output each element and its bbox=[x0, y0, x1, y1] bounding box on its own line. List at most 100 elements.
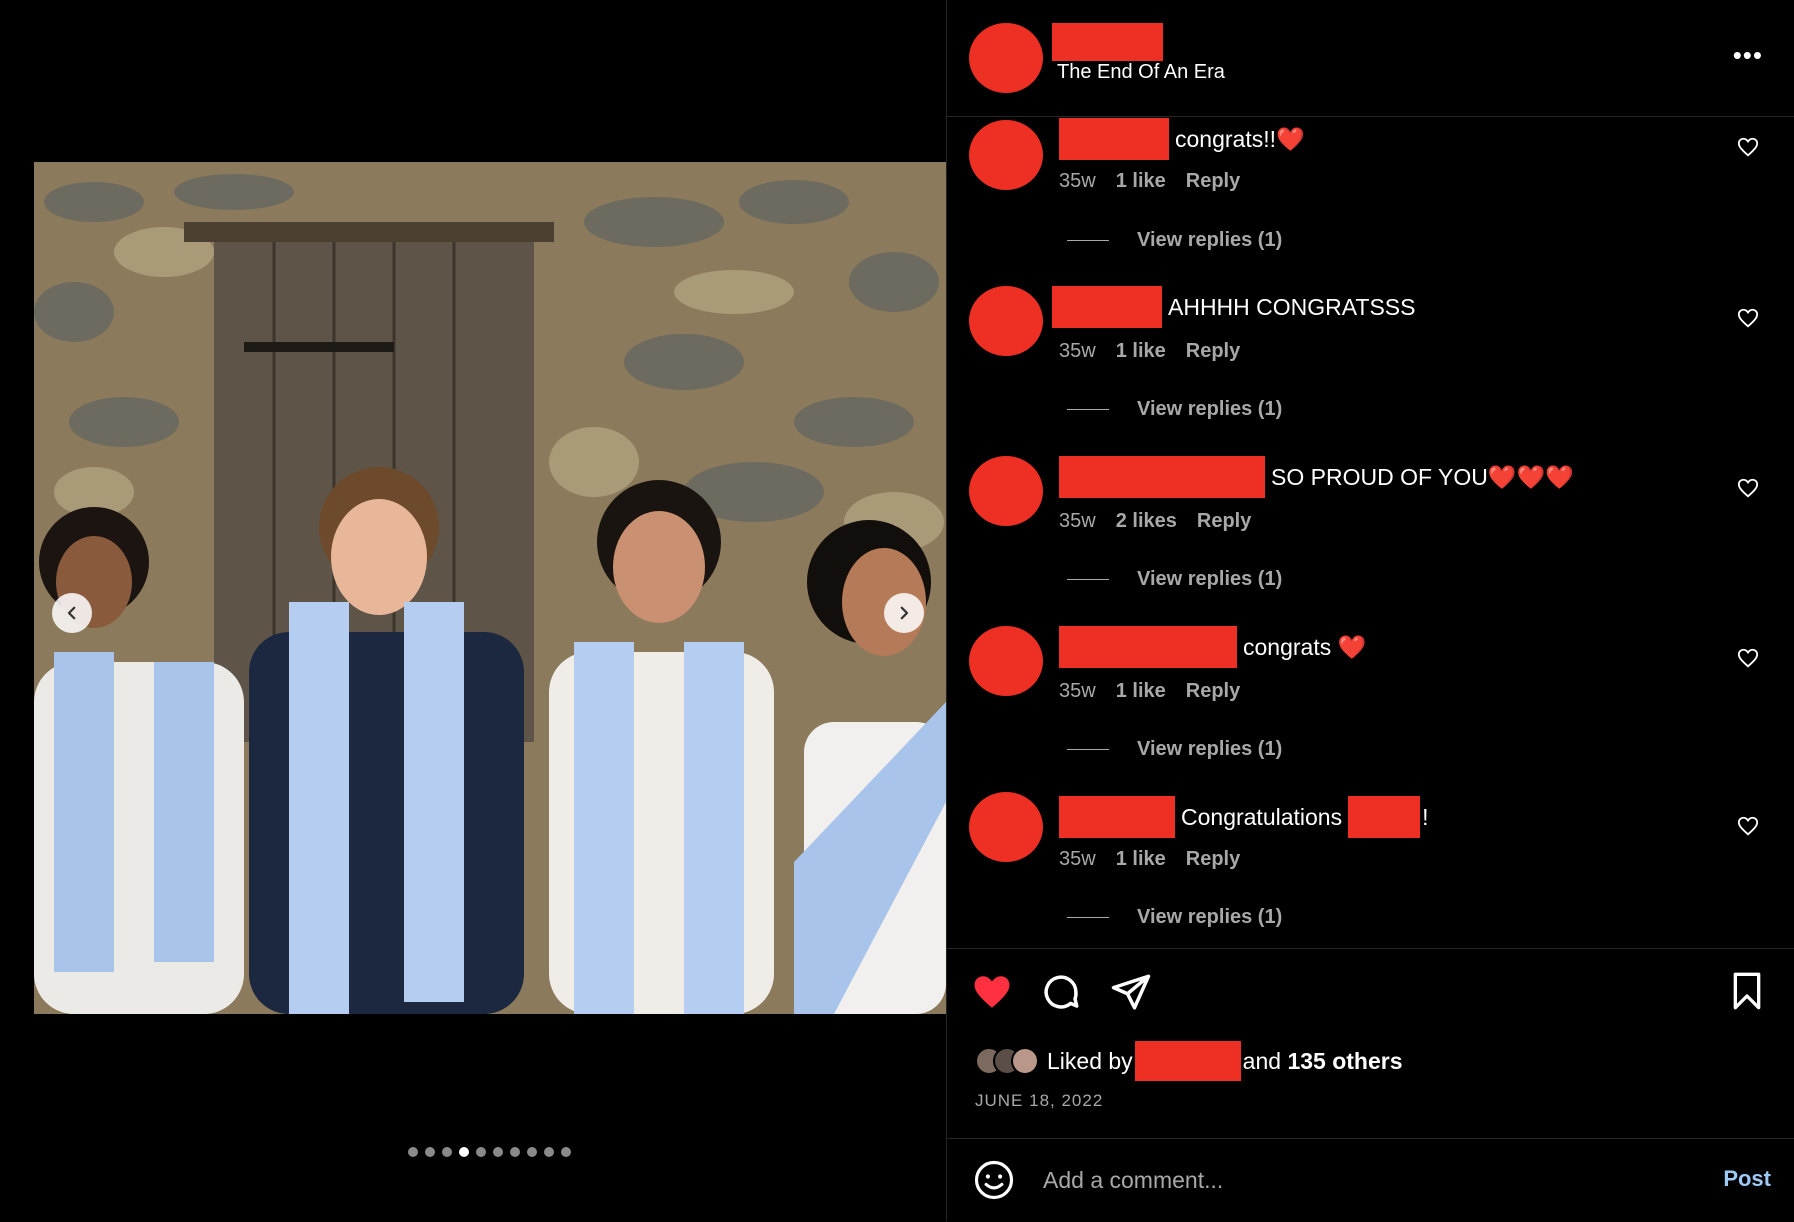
carousel-dot[interactable] bbox=[442, 1147, 452, 1157]
comment-text-row: Congratulations ! bbox=[1059, 796, 1429, 838]
comment-likes[interactable]: 1 like bbox=[1116, 680, 1166, 703]
comment-text-row: congrats!!❤️ bbox=[1059, 118, 1305, 160]
carousel-next-button[interactable] bbox=[884, 593, 924, 633]
carousel-indicator bbox=[408, 1147, 571, 1157]
comment-age: 35w bbox=[1059, 340, 1096, 362]
commenter-avatar[interactable] bbox=[969, 120, 1043, 190]
comment-item: congrats ❤️ 35w 1 like Reply View replie… bbox=[947, 626, 1794, 776]
reply-button[interactable]: Reply bbox=[1186, 170, 1240, 193]
view-replies-button[interactable]: View replies (1) bbox=[1067, 738, 1282, 761]
comment-text: congrats ❤️ bbox=[1243, 633, 1367, 660]
comment-like-heart-icon[interactable] bbox=[1737, 815, 1759, 837]
comment-age: 35w bbox=[1059, 510, 1096, 532]
comment-like-heart-icon[interactable] bbox=[1737, 477, 1759, 499]
post-date: JUNE 18, 2022 bbox=[975, 1091, 1104, 1110]
commenter-avatar[interactable] bbox=[969, 626, 1043, 696]
replies-divider bbox=[1067, 917, 1109, 918]
comment-meta: 35w 2 likes Reply bbox=[1059, 510, 1271, 533]
comment-likes[interactable]: 1 like bbox=[1116, 340, 1166, 363]
comment-text-row: congrats ❤️ bbox=[1059, 626, 1366, 668]
replies-divider bbox=[1067, 240, 1109, 241]
carousel-dot[interactable] bbox=[527, 1147, 537, 1157]
reply-button[interactable]: Reply bbox=[1197, 510, 1251, 533]
commenter-username-redacted[interactable] bbox=[1059, 626, 1237, 668]
reply-button[interactable]: Reply bbox=[1186, 848, 1240, 871]
reply-button[interactable]: Reply bbox=[1186, 340, 1240, 363]
comment-item: SO PROUD OF YOU❤️❤️❤️ 35w 2 likes Reply … bbox=[947, 456, 1794, 606]
liked-others-count[interactable]: 135 others bbox=[1287, 1048, 1402, 1075]
replies-divider bbox=[1067, 579, 1109, 580]
more-options-button[interactable]: ••• bbox=[1733, 42, 1763, 68]
comment-meta: 35w 1 like Reply bbox=[1059, 680, 1260, 703]
view-replies-label: View replies (1) bbox=[1137, 738, 1283, 760]
carousel-dot[interactable] bbox=[408, 1147, 418, 1157]
carousel-dot-active[interactable] bbox=[459, 1147, 469, 1157]
liker-username-redacted[interactable] bbox=[1134, 1041, 1241, 1081]
carousel-dot[interactable] bbox=[493, 1147, 503, 1157]
share-send-icon[interactable] bbox=[1110, 971, 1152, 1013]
comment-item: congrats!!❤️ 35w 1 like Reply View repli… bbox=[947, 116, 1794, 266]
view-replies-label: View replies (1) bbox=[1137, 906, 1283, 928]
post-comment-button[interactable]: Post bbox=[1723, 1166, 1771, 1192]
post-details-panel: The End Of An Era ••• congrats!!❤️ 35w 1… bbox=[946, 0, 1794, 1221]
author-username-redacted[interactable] bbox=[1052, 23, 1163, 61]
comment-meta: 35w 1 like Reply bbox=[1059, 848, 1260, 871]
comment-age: 35w bbox=[1059, 680, 1096, 702]
view-replies-label: View replies (1) bbox=[1137, 229, 1283, 251]
comment-bubble-icon[interactable] bbox=[1040, 971, 1082, 1013]
replies-divider bbox=[1067, 409, 1109, 410]
comment-text: Congratulations bbox=[1181, 803, 1343, 830]
comment-likes[interactable]: 1 like bbox=[1116, 170, 1166, 193]
comment-text-suffix: ! bbox=[1422, 803, 1429, 830]
commenter-username-redacted[interactable] bbox=[1052, 286, 1162, 328]
view-replies-button[interactable]: View replies (1) bbox=[1067, 229, 1282, 252]
liked-and-label: and bbox=[1242, 1047, 1282, 1074]
carousel-prev-button[interactable] bbox=[52, 593, 92, 633]
comment-meta: 35w 1 like Reply bbox=[1059, 340, 1260, 363]
view-replies-button[interactable]: View replies (1) bbox=[1067, 398, 1282, 421]
carousel-dot[interactable] bbox=[476, 1147, 486, 1157]
post-caption: The End Of An Era bbox=[1057, 61, 1225, 83]
commenter-avatar[interactable] bbox=[969, 286, 1043, 356]
likes-summary[interactable]: Liked by and 135 others bbox=[975, 1041, 1403, 1081]
carousel-dot[interactable] bbox=[510, 1147, 520, 1157]
comment-like-heart-icon[interactable] bbox=[1737, 307, 1759, 329]
comment-like-heart-icon[interactable] bbox=[1737, 647, 1759, 669]
post-actions-bar: Liked by and 135 others JUNE 18, 2022 bbox=[947, 948, 1794, 1139]
carousel-dot[interactable] bbox=[544, 1147, 554, 1157]
commenter-avatar[interactable] bbox=[969, 792, 1043, 862]
comment-item: Congratulations ! 35w 1 like Reply View … bbox=[947, 792, 1794, 946]
carousel-dot[interactable] bbox=[425, 1147, 435, 1157]
view-replies-button[interactable]: View replies (1) bbox=[1067, 906, 1282, 929]
view-replies-button[interactable]: View replies (1) bbox=[1067, 568, 1282, 591]
comment-composer: Post bbox=[947, 1138, 1794, 1222]
comment-age: 35w bbox=[1059, 170, 1096, 192]
commenter-username-redacted[interactable] bbox=[1059, 796, 1175, 838]
author-avatar[interactable] bbox=[969, 23, 1043, 93]
comment-like-heart-icon[interactable] bbox=[1737, 136, 1759, 158]
mentioned-username-redacted[interactable] bbox=[1348, 796, 1421, 838]
reply-button[interactable]: Reply bbox=[1186, 680, 1240, 703]
comment-text: congrats!!❤️ bbox=[1175, 125, 1305, 152]
chevron-right-icon bbox=[900, 606, 909, 620]
comment-text: AHHHH CONGRATSSS bbox=[1168, 293, 1416, 320]
comment-meta: 35w 1 like Reply bbox=[1059, 170, 1260, 193]
view-replies-label: View replies (1) bbox=[1137, 398, 1283, 420]
comment-age: 35w bbox=[1059, 848, 1096, 870]
comment-text: SO PROUD OF YOU❤️❤️❤️ bbox=[1271, 463, 1574, 490]
carousel-dot[interactable] bbox=[561, 1147, 571, 1157]
post-photo bbox=[34, 162, 946, 1014]
commenter-avatar[interactable] bbox=[969, 456, 1043, 526]
media-panel bbox=[0, 0, 946, 1221]
add-comment-input[interactable] bbox=[1041, 1157, 1645, 1203]
commenter-username-redacted[interactable] bbox=[1059, 118, 1169, 160]
commenter-username-redacted[interactable] bbox=[1059, 456, 1265, 498]
bookmark-save-icon[interactable] bbox=[1727, 971, 1767, 1011]
comment-likes[interactable]: 1 like bbox=[1116, 848, 1166, 871]
liker-avatar bbox=[1011, 1047, 1039, 1075]
replies-divider bbox=[1067, 749, 1109, 750]
comment-likes[interactable]: 2 likes bbox=[1116, 510, 1177, 533]
like-heart-filled-icon[interactable] bbox=[971, 971, 1013, 1013]
view-replies-label: View replies (1) bbox=[1137, 568, 1283, 590]
emoji-smiley-icon[interactable] bbox=[973, 1159, 1015, 1201]
